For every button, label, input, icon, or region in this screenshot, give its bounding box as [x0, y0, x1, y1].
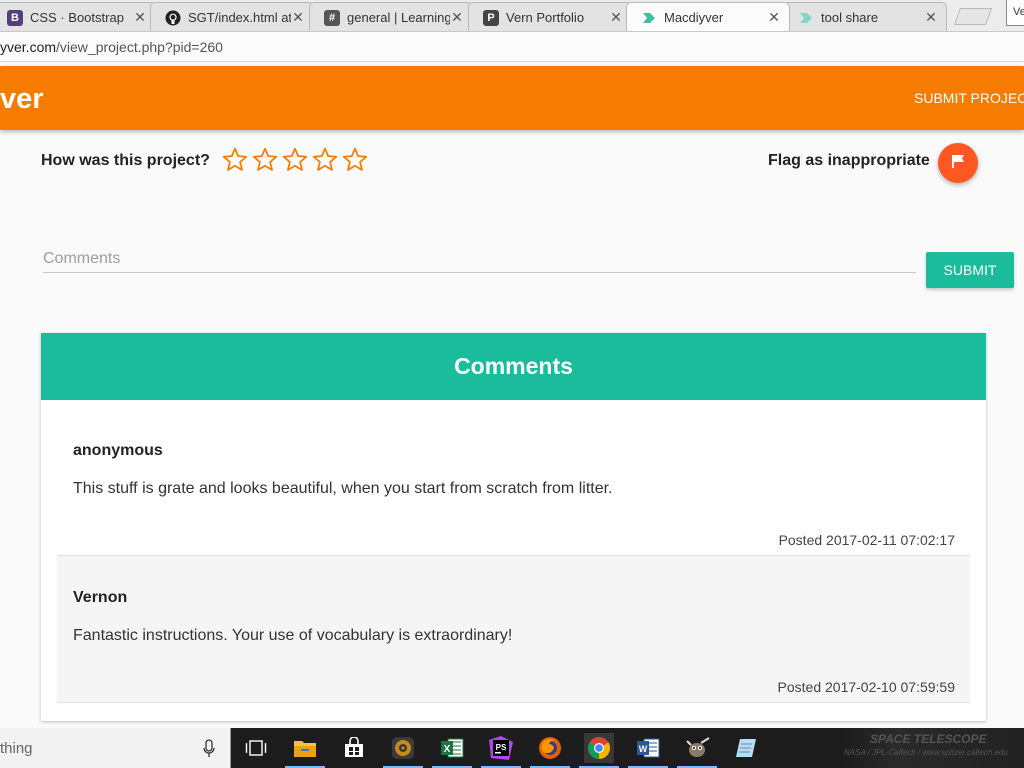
star-icon[interactable] — [250, 146, 280, 174]
tab-macdiyver[interactable]: Macdiyver ✕ — [626, 2, 790, 31]
comment-author: Vernon — [73, 589, 128, 606]
store-icon[interactable] — [339, 733, 369, 763]
word-icon[interactable]: W — [628, 733, 668, 768]
close-icon[interactable]: ✕ — [609, 9, 623, 26]
url-text[interactable]: yver.com/view_project.php?pid=260 — [0, 39, 223, 55]
flag-icon — [950, 153, 966, 174]
tab-vern-portfolio[interactable]: P Vern Portfolio ✕ — [468, 2, 632, 31]
macdiyver-icon — [641, 10, 657, 26]
close-icon[interactable]: ✕ — [767, 9, 781, 26]
comments-title: Comments — [454, 353, 573, 379]
tab-title: CSS · Bootstrap — [30, 10, 124, 25]
gimp-icon[interactable] — [677, 733, 717, 768]
wallpaper-credit: NASA / JPL-Caltech / www.spitzer.caltech… — [844, 748, 1008, 757]
star-icon[interactable] — [220, 146, 250, 174]
toolshare-icon — [798, 10, 814, 26]
comment-item: Vernon Fantastic instructions. Your use … — [57, 555, 970, 703]
rating-label: How was this project? — [41, 152, 210, 169]
comments-card-header: Comments — [41, 333, 986, 400]
tab-css-bootstrap[interactable]: B CSS · Bootstrap ✕ — [0, 2, 156, 31]
profile-chip[interactable]: Ve — [1006, 0, 1024, 26]
excel-icon[interactable]: X — [432, 733, 472, 768]
tab-general-learning[interactable]: # general | Learning ✕ — [309, 2, 473, 31]
comment-timestamp: Posted 2017-02-10 07:59:59 — [777, 679, 955, 695]
nav-submit-project[interactable]: SUBMIT PROJEC — [914, 90, 1024, 106]
portfolio-icon: P — [483, 9, 499, 26]
submit-comment-button[interactable]: SUBMIT — [926, 252, 1014, 288]
comment-text: Fantastic instructions. Your use of voca… — [73, 627, 513, 644]
comment-timestamp: Posted 2017-02-11 07:02:17 — [778, 532, 955, 548]
comment-author: anonymous — [73, 442, 163, 459]
tab-title: SGT/index.html at — [188, 10, 291, 25]
flag-label: Flag as inappropriate — [768, 152, 930, 169]
notepad-icon[interactable] — [731, 733, 761, 763]
star-icon[interactable] — [310, 146, 340, 174]
star-rating[interactable] — [220, 146, 370, 174]
address-bar[interactable]: yver.com/view_project.php?pid=260 — [0, 32, 1024, 62]
close-icon[interactable]: ✕ — [924, 9, 938, 26]
file-explorer-icon[interactable] — [285, 733, 325, 768]
firefox-icon[interactable] — [530, 733, 570, 768]
site-header: ver SUBMIT PROJEC — [0, 66, 1024, 130]
svg-text:W: W — [639, 744, 648, 754]
microphone-icon[interactable] — [202, 739, 216, 759]
tab-title: Vern Portfolio — [506, 10, 585, 25]
media-player-icon[interactable] — [383, 733, 423, 768]
site-brand[interactable]: ver — [0, 83, 44, 116]
wallpaper-tray-area: SPACE TELESCOPE NASA / JPL-Caltech / www… — [840, 728, 1024, 768]
tab-sgt-index[interactable]: SGT/index.html at ✕ — [150, 2, 314, 31]
taskbar-search-box[interactable]: thing — [0, 728, 231, 768]
comment-text: This stuff is grate and looks beautiful,… — [73, 480, 613, 497]
taskbar-search-text: thing — [0, 740, 33, 757]
url-path: /view_project.php?pid=260 — [56, 39, 223, 55]
github-icon — [165, 10, 181, 26]
close-icon[interactable]: ✕ — [450, 9, 464, 26]
browser-tab-strip: B CSS · Bootstrap ✕ SGT/index.html at ✕ … — [0, 0, 1024, 32]
url-host: yver.com — [0, 39, 57, 55]
star-icon[interactable] — [340, 146, 370, 174]
phpstorm-icon[interactable]: PS — [481, 733, 521, 768]
new-tab-button[interactable] — [953, 8, 993, 25]
close-icon[interactable]: ✕ — [291, 9, 305, 26]
wallpaper-caption: SPACE TELESCOPE — [870, 732, 987, 746]
svg-text:X: X — [444, 744, 451, 755]
taskbar: thing X PS W SPACE TELESCOPE NASA / JPL-… — [0, 728, 1024, 768]
tab-tool-share[interactable]: tool share ✕ — [783, 2, 947, 31]
chrome-icon[interactable] — [579, 733, 619, 768]
star-icon[interactable] — [280, 146, 310, 174]
comment-item: anonymous This stuff is grate and looks … — [57, 409, 970, 557]
comment-input[interactable] — [43, 246, 916, 273]
comments-card: Comments anonymous This stuff is grate a… — [41, 333, 986, 721]
slack-hash-icon: # — [324, 9, 340, 26]
tab-title: tool share — [821, 10, 879, 25]
close-icon[interactable]: ✕ — [133, 9, 147, 26]
flag-button[interactable] — [938, 143, 978, 183]
tab-title: Macdiyver — [664, 10, 724, 25]
task-view-icon[interactable] — [241, 733, 271, 763]
tab-title: general | Learning — [347, 10, 450, 25]
svg-text:PS: PS — [496, 743, 507, 752]
bootstrap-icon: B — [7, 9, 23, 26]
